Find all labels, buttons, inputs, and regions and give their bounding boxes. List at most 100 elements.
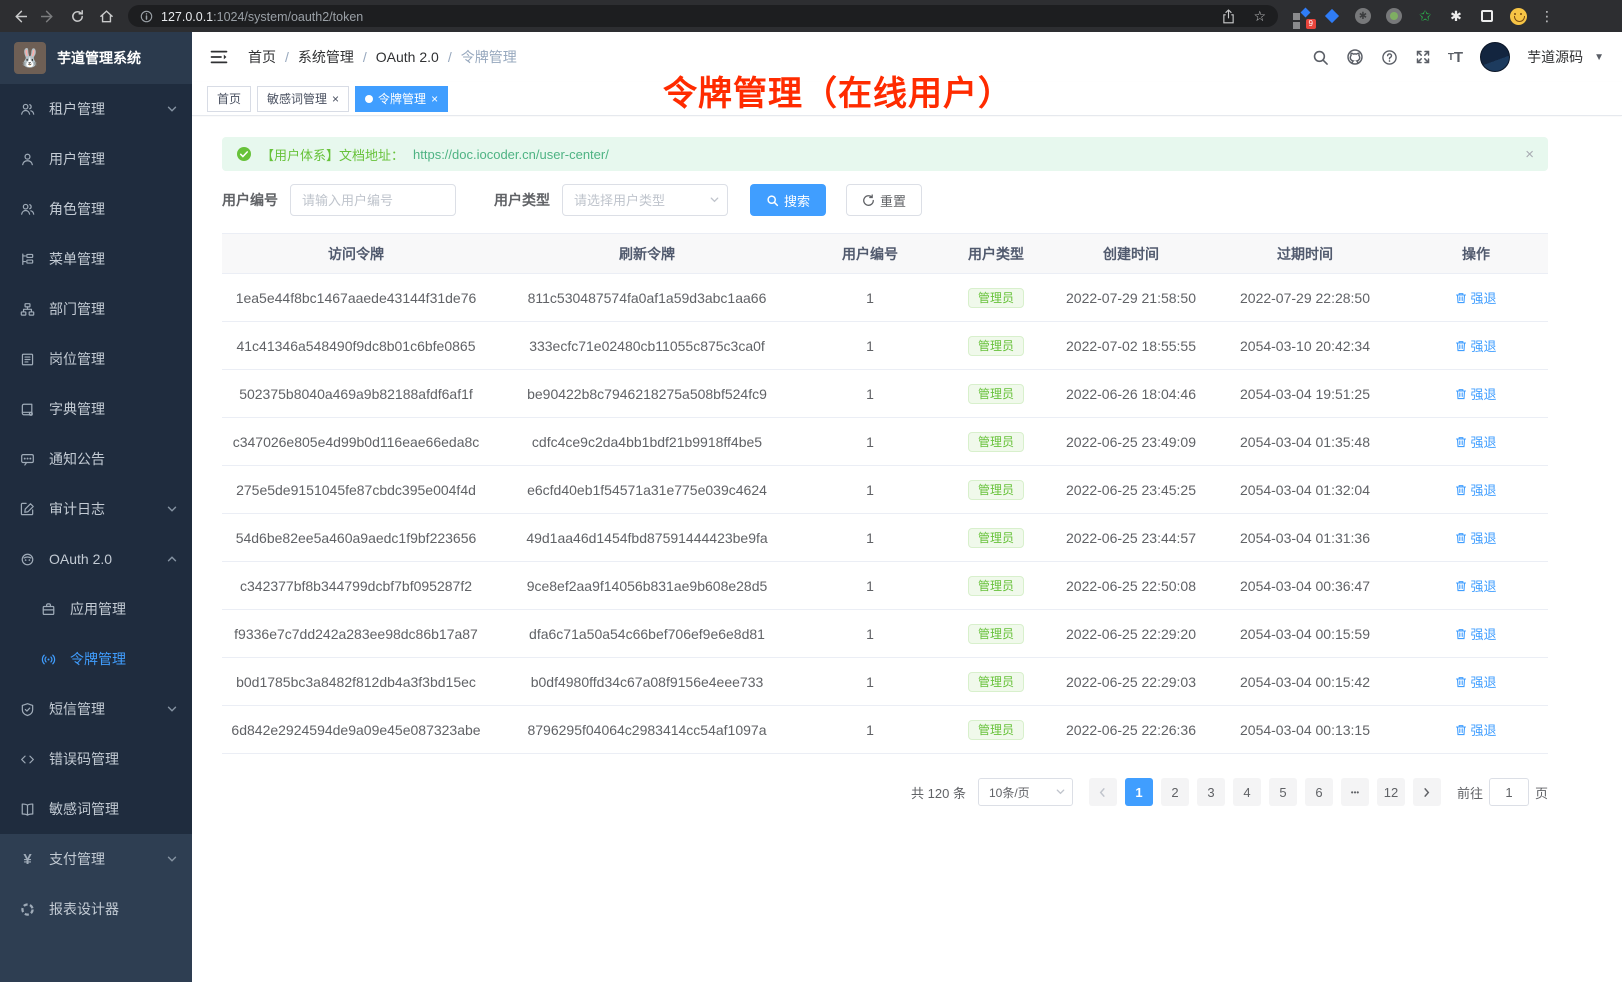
- force-logout-button[interactable]: 强退: [1455, 672, 1496, 691]
- share-icon[interactable]: [1222, 9, 1235, 24]
- page-button-4[interactable]: 4: [1233, 778, 1261, 806]
- sidebar-item-oauth2[interactable]: OAuth 2.0: [0, 534, 192, 584]
- sidebar-item-tenant[interactable]: 租户管理: [0, 84, 192, 134]
- recorder-extension-icon[interactable]: [1385, 7, 1403, 25]
- force-logout-button[interactable]: 强退: [1455, 432, 1496, 451]
- goto-page-input[interactable]: [1489, 778, 1529, 806]
- user-id-cell: 1: [804, 418, 936, 466]
- sidebar-item-dict[interactable]: 字典管理: [0, 384, 192, 434]
- chevron-down-icon: [166, 853, 178, 865]
- github-icon[interactable]: [1346, 48, 1364, 66]
- user-type-select[interactable]: [562, 184, 728, 216]
- search-icon[interactable]: [1312, 49, 1329, 66]
- alert-close-icon[interactable]: ×: [1525, 146, 1534, 163]
- address-bar[interactable]: 127.0.0.1:1024/system/oauth2/token ☆: [128, 5, 1278, 27]
- current-user-name[interactable]: 芋道源码: [1527, 47, 1583, 67]
- fullscreen-icon[interactable]: [1415, 49, 1431, 65]
- sidebar-item-label: 通知公告: [49, 449, 105, 469]
- expire-time-cell: 2054-03-10 20:42:34: [1206, 322, 1404, 370]
- page-button-5[interactable]: 5: [1269, 778, 1297, 806]
- user-id-cell: 1: [804, 658, 936, 706]
- sidebar-item-menu[interactable]: 菜单管理: [0, 234, 192, 284]
- help-icon[interactable]: [1381, 49, 1398, 66]
- browser-menu-icon[interactable]: ⋮: [1540, 8, 1554, 25]
- token-table: 访问令牌刷新令牌用户编号用户类型创建时间过期时间操作 1ea5e44f8bc14…: [222, 233, 1548, 754]
- force-logout-button[interactable]: 强退: [1455, 576, 1496, 595]
- page-button-3[interactable]: 3: [1197, 778, 1225, 806]
- breadcrumb-item[interactable]: 系统管理: [298, 47, 354, 67]
- breadcrumb-item: 令牌管理: [461, 47, 517, 67]
- force-logout-button[interactable]: 强退: [1455, 624, 1496, 643]
- sidebar-item-sensitive[interactable]: 敏感词管理: [0, 784, 192, 834]
- page-button-6[interactable]: 6: [1305, 778, 1333, 806]
- filter-form: 用户编号 用户类型 搜索 重置: [222, 184, 1548, 216]
- sidebar-item-auditlog[interactable]: 审计日志: [0, 484, 192, 534]
- command-extension-icon[interactable]: ✱: [1354, 7, 1372, 25]
- tab-首页[interactable]: 首页: [207, 86, 251, 112]
- action-cell: 强退: [1404, 466, 1548, 514]
- green-star-extension-icon[interactable]: ✩: [1416, 7, 1434, 25]
- column-header: 创建时间: [1056, 234, 1206, 274]
- user-menu-caret-icon[interactable]: ▼: [1594, 52, 1604, 63]
- user-type-cell: 管理员: [936, 322, 1056, 370]
- next-page-button[interactable]: [1413, 778, 1441, 806]
- reset-button[interactable]: 重置: [846, 184, 922, 216]
- font-size-icon[interactable]: TT: [1448, 49, 1463, 66]
- ring-icon: [19, 902, 36, 917]
- breadcrumb-item[interactable]: 首页: [248, 47, 276, 67]
- tab-令牌管理[interactable]: 令牌管理×: [355, 86, 448, 112]
- page-button-1[interactable]: 1: [1125, 778, 1153, 806]
- sidebar-item-user[interactable]: 用户管理: [0, 134, 192, 184]
- sidebar-item-errcode[interactable]: 错误码管理: [0, 734, 192, 784]
- tab-close-icon[interactable]: ×: [332, 93, 339, 105]
- browser-back-icon[interactable]: [12, 9, 27, 24]
- gem-extension-icon[interactable]: [1323, 7, 1341, 25]
- search-button[interactable]: 搜索: [750, 184, 826, 216]
- force-logout-button[interactable]: 强退: [1455, 288, 1496, 307]
- app-logo-row[interactable]: 🐰 芋道管理系统: [0, 32, 192, 84]
- breadcrumb-item[interactable]: OAuth 2.0: [376, 49, 439, 65]
- sidebar-item-label: 短信管理: [49, 699, 105, 719]
- trash-icon: [1455, 628, 1467, 640]
- browser-forward-icon[interactable]: [41, 9, 56, 24]
- sidebar-item-oauth2-token[interactable]: 令牌管理: [0, 634, 192, 684]
- user-type-cell: 管理员: [936, 370, 1056, 418]
- sidepanel-icon[interactable]: [1478, 7, 1496, 25]
- force-logout-button[interactable]: 强退: [1455, 336, 1496, 355]
- user-avatar[interactable]: [1480, 42, 1510, 72]
- code-icon: [19, 752, 36, 767]
- browser-reload-icon[interactable]: [70, 9, 85, 24]
- profile-avatar-icon[interactable]: [1509, 7, 1527, 25]
- tab-敏感词管理[interactable]: 敏感词管理×: [257, 86, 349, 112]
- sidebar-item-dept[interactable]: 部门管理: [0, 284, 192, 334]
- trash-icon: [1455, 292, 1467, 304]
- force-logout-button[interactable]: 强退: [1455, 528, 1496, 547]
- collapse-sidebar-icon[interactable]: [210, 49, 228, 65]
- page-button-12[interactable]: 12: [1377, 778, 1405, 806]
- alert-doc-link[interactable]: https://doc.iocoder.cn/user-center/: [413, 147, 609, 162]
- expire-time-cell: 2054-03-04 01:32:04: [1206, 466, 1404, 514]
- force-logout-button[interactable]: 强退: [1455, 480, 1496, 499]
- extension-badge-icon[interactable]: 9: [1292, 7, 1310, 25]
- sidebar-item-role[interactable]: 角色管理: [0, 184, 192, 234]
- force-logout-button[interactable]: 强退: [1455, 720, 1496, 739]
- site-info-icon[interactable]: [140, 10, 153, 23]
- bookmark-star-icon[interactable]: ☆: [1253, 8, 1266, 25]
- page-button-2[interactable]: 2: [1161, 778, 1189, 806]
- browser-home-icon[interactable]: [99, 9, 114, 24]
- prev-page-button[interactable]: [1089, 778, 1117, 806]
- column-header: 用户类型: [936, 234, 1056, 274]
- sidebar-item-notice[interactable]: 通知公告: [0, 434, 192, 484]
- tab-close-icon[interactable]: ×: [431, 93, 438, 105]
- sidebar-item-oauth2-app[interactable]: 应用管理: [0, 584, 192, 634]
- page-ellipsis[interactable]: •••: [1341, 778, 1369, 806]
- user-type-badge: 管理员: [968, 384, 1024, 404]
- force-logout-button[interactable]: 强退: [1455, 384, 1496, 403]
- user-id-input[interactable]: [290, 184, 456, 216]
- refresh-token-cell: be90422b8c7946218275a508bf524fc9: [490, 370, 804, 418]
- sidebar-item-report[interactable]: 报表设计器: [0, 884, 192, 934]
- sidebar-item-pay[interactable]: ¥支付管理: [0, 834, 192, 884]
- sidebar-item-post[interactable]: 岗位管理: [0, 334, 192, 384]
- sidebar-item-sms[interactable]: 短信管理: [0, 684, 192, 734]
- pinwheel-extension-icon[interactable]: ✱: [1447, 7, 1465, 25]
